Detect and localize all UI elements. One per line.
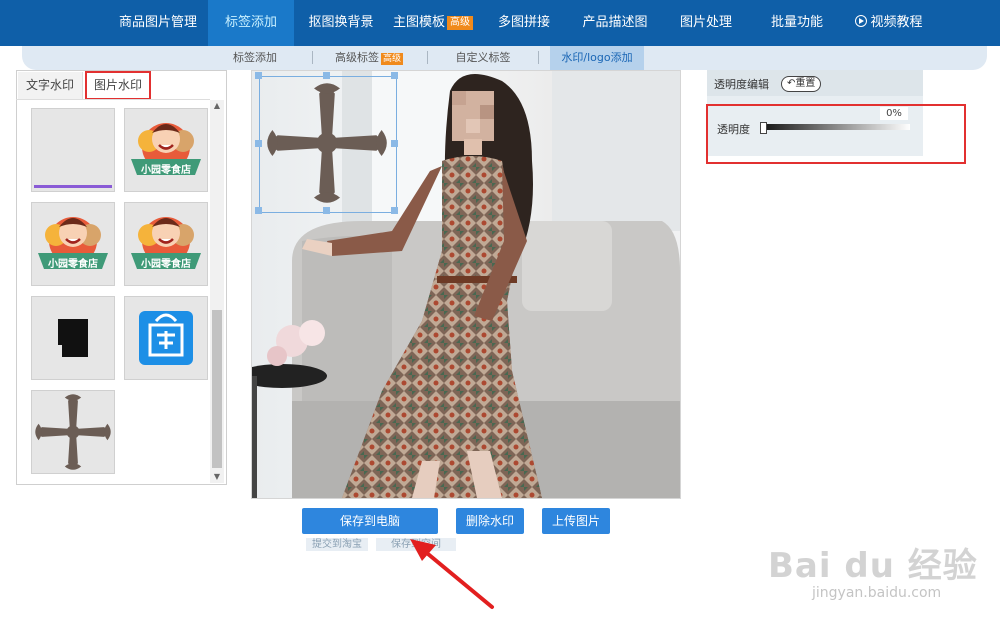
tab-divider bbox=[16, 99, 210, 100]
watermark-thumb-black-shape[interactable] bbox=[31, 296, 115, 380]
scrollbar-thumb[interactable] bbox=[212, 310, 222, 468]
opacity-panel-title: 透明度编辑 bbox=[714, 78, 769, 91]
opacity-slider-track[interactable] bbox=[760, 124, 910, 130]
resize-handle[interactable] bbox=[255, 140, 262, 147]
nav-item-cutout[interactable]: 抠图换背景 bbox=[296, 0, 386, 46]
subnav-divider bbox=[427, 51, 428, 64]
resize-handle[interactable] bbox=[323, 72, 330, 79]
nav-item-batch[interactable]: 批量功能 bbox=[752, 0, 842, 46]
resize-handle[interactable] bbox=[323, 207, 330, 214]
watermark-thumb-cross-ornament[interactable] bbox=[31, 390, 115, 474]
opacity-slider-thumb[interactable] bbox=[760, 122, 767, 134]
advanced-badge: 高级 bbox=[380, 53, 403, 65]
nav-item-product-desc[interactable]: 产品描述图 bbox=[570, 0, 660, 46]
subnav-watermark-logo[interactable]: 水印/logo添加 bbox=[550, 46, 644, 70]
baidu-watermark-url: jingyan.baidu.com bbox=[812, 585, 942, 601]
nav-item-product-images[interactable]: 商品图片管理 bbox=[110, 0, 206, 46]
resize-handle[interactable] bbox=[391, 140, 398, 147]
cross-ornament-icon bbox=[35, 394, 111, 470]
nav-item-video-tutorial[interactable]: 视频教程 bbox=[844, 0, 934, 46]
nav-item-tag-add[interactable]: 标签添加 bbox=[208, 0, 294, 46]
nav-item-image-process[interactable]: 图片处理 bbox=[662, 0, 750, 46]
nav-item-multi-stitch[interactable]: 多图拼接 bbox=[480, 0, 568, 46]
resize-handle[interactable] bbox=[255, 72, 262, 79]
advanced-badge: 高级 bbox=[447, 16, 473, 30]
shop-logo-icon bbox=[131, 217, 201, 269]
watermark-thumb-shop-logo[interactable]: 小园零食店 bbox=[124, 108, 208, 192]
subnav-divider bbox=[538, 51, 539, 64]
thumb-strip bbox=[34, 185, 112, 188]
baidu-watermark: Bai du 经验 bbox=[768, 546, 978, 586]
tu-logo-icon bbox=[139, 311, 193, 365]
resize-handle[interactable] bbox=[391, 72, 398, 79]
subnav-custom-tag[interactable]: 自定义标签 bbox=[444, 46, 522, 70]
watermark-thumb-shop-logo[interactable]: 小园零食店 bbox=[31, 202, 115, 286]
top-nav: 商品图片管理 标签添加 抠图换背景 主图模板 高级 多图拼接 产品描述图 图片处理… bbox=[0, 0, 1000, 46]
resize-handle[interactable] bbox=[391, 207, 398, 214]
tab-text-watermark[interactable]: 文字水印 bbox=[18, 72, 83, 100]
tab-image-watermark[interactable]: 图片水印 bbox=[85, 71, 151, 100]
cross-ornament-icon[interactable] bbox=[262, 78, 392, 208]
subnav-tag-add[interactable]: 标签添加 bbox=[218, 46, 292, 70]
subnav-divider bbox=[312, 51, 313, 64]
play-circle-icon bbox=[855, 15, 868, 27]
watermark-thumb-shop-logo[interactable]: 小园零食店 bbox=[124, 202, 208, 286]
scroll-down-icon[interactable]: ▼ bbox=[210, 471, 224, 483]
reset-button[interactable]: ↶重置 bbox=[781, 76, 822, 92]
watermark-thumb-blank[interactable] bbox=[31, 108, 115, 192]
black-shape-icon bbox=[58, 319, 88, 357]
subnav-advanced-tag[interactable]: 高级标签 高级 bbox=[328, 46, 410, 70]
shop-logo-icon bbox=[38, 217, 108, 269]
submit-to-taobao-link[interactable]: 提交到淘宝 bbox=[306, 538, 368, 551]
shop-logo-icon bbox=[131, 123, 201, 175]
opacity-value: 0% bbox=[880, 107, 908, 120]
upload-image-button[interactable]: 上传图片 bbox=[542, 508, 610, 534]
nav-item-main-template[interactable]: 主图模板 高级 bbox=[388, 0, 478, 46]
scroll-up-icon[interactable]: ▲ bbox=[210, 100, 224, 112]
resize-handle[interactable] bbox=[255, 207, 262, 214]
red-arrow-icon bbox=[410, 539, 494, 609]
watermark-thumb-tu-logo[interactable] bbox=[124, 296, 208, 380]
opacity-label: 透明度 bbox=[717, 123, 750, 136]
